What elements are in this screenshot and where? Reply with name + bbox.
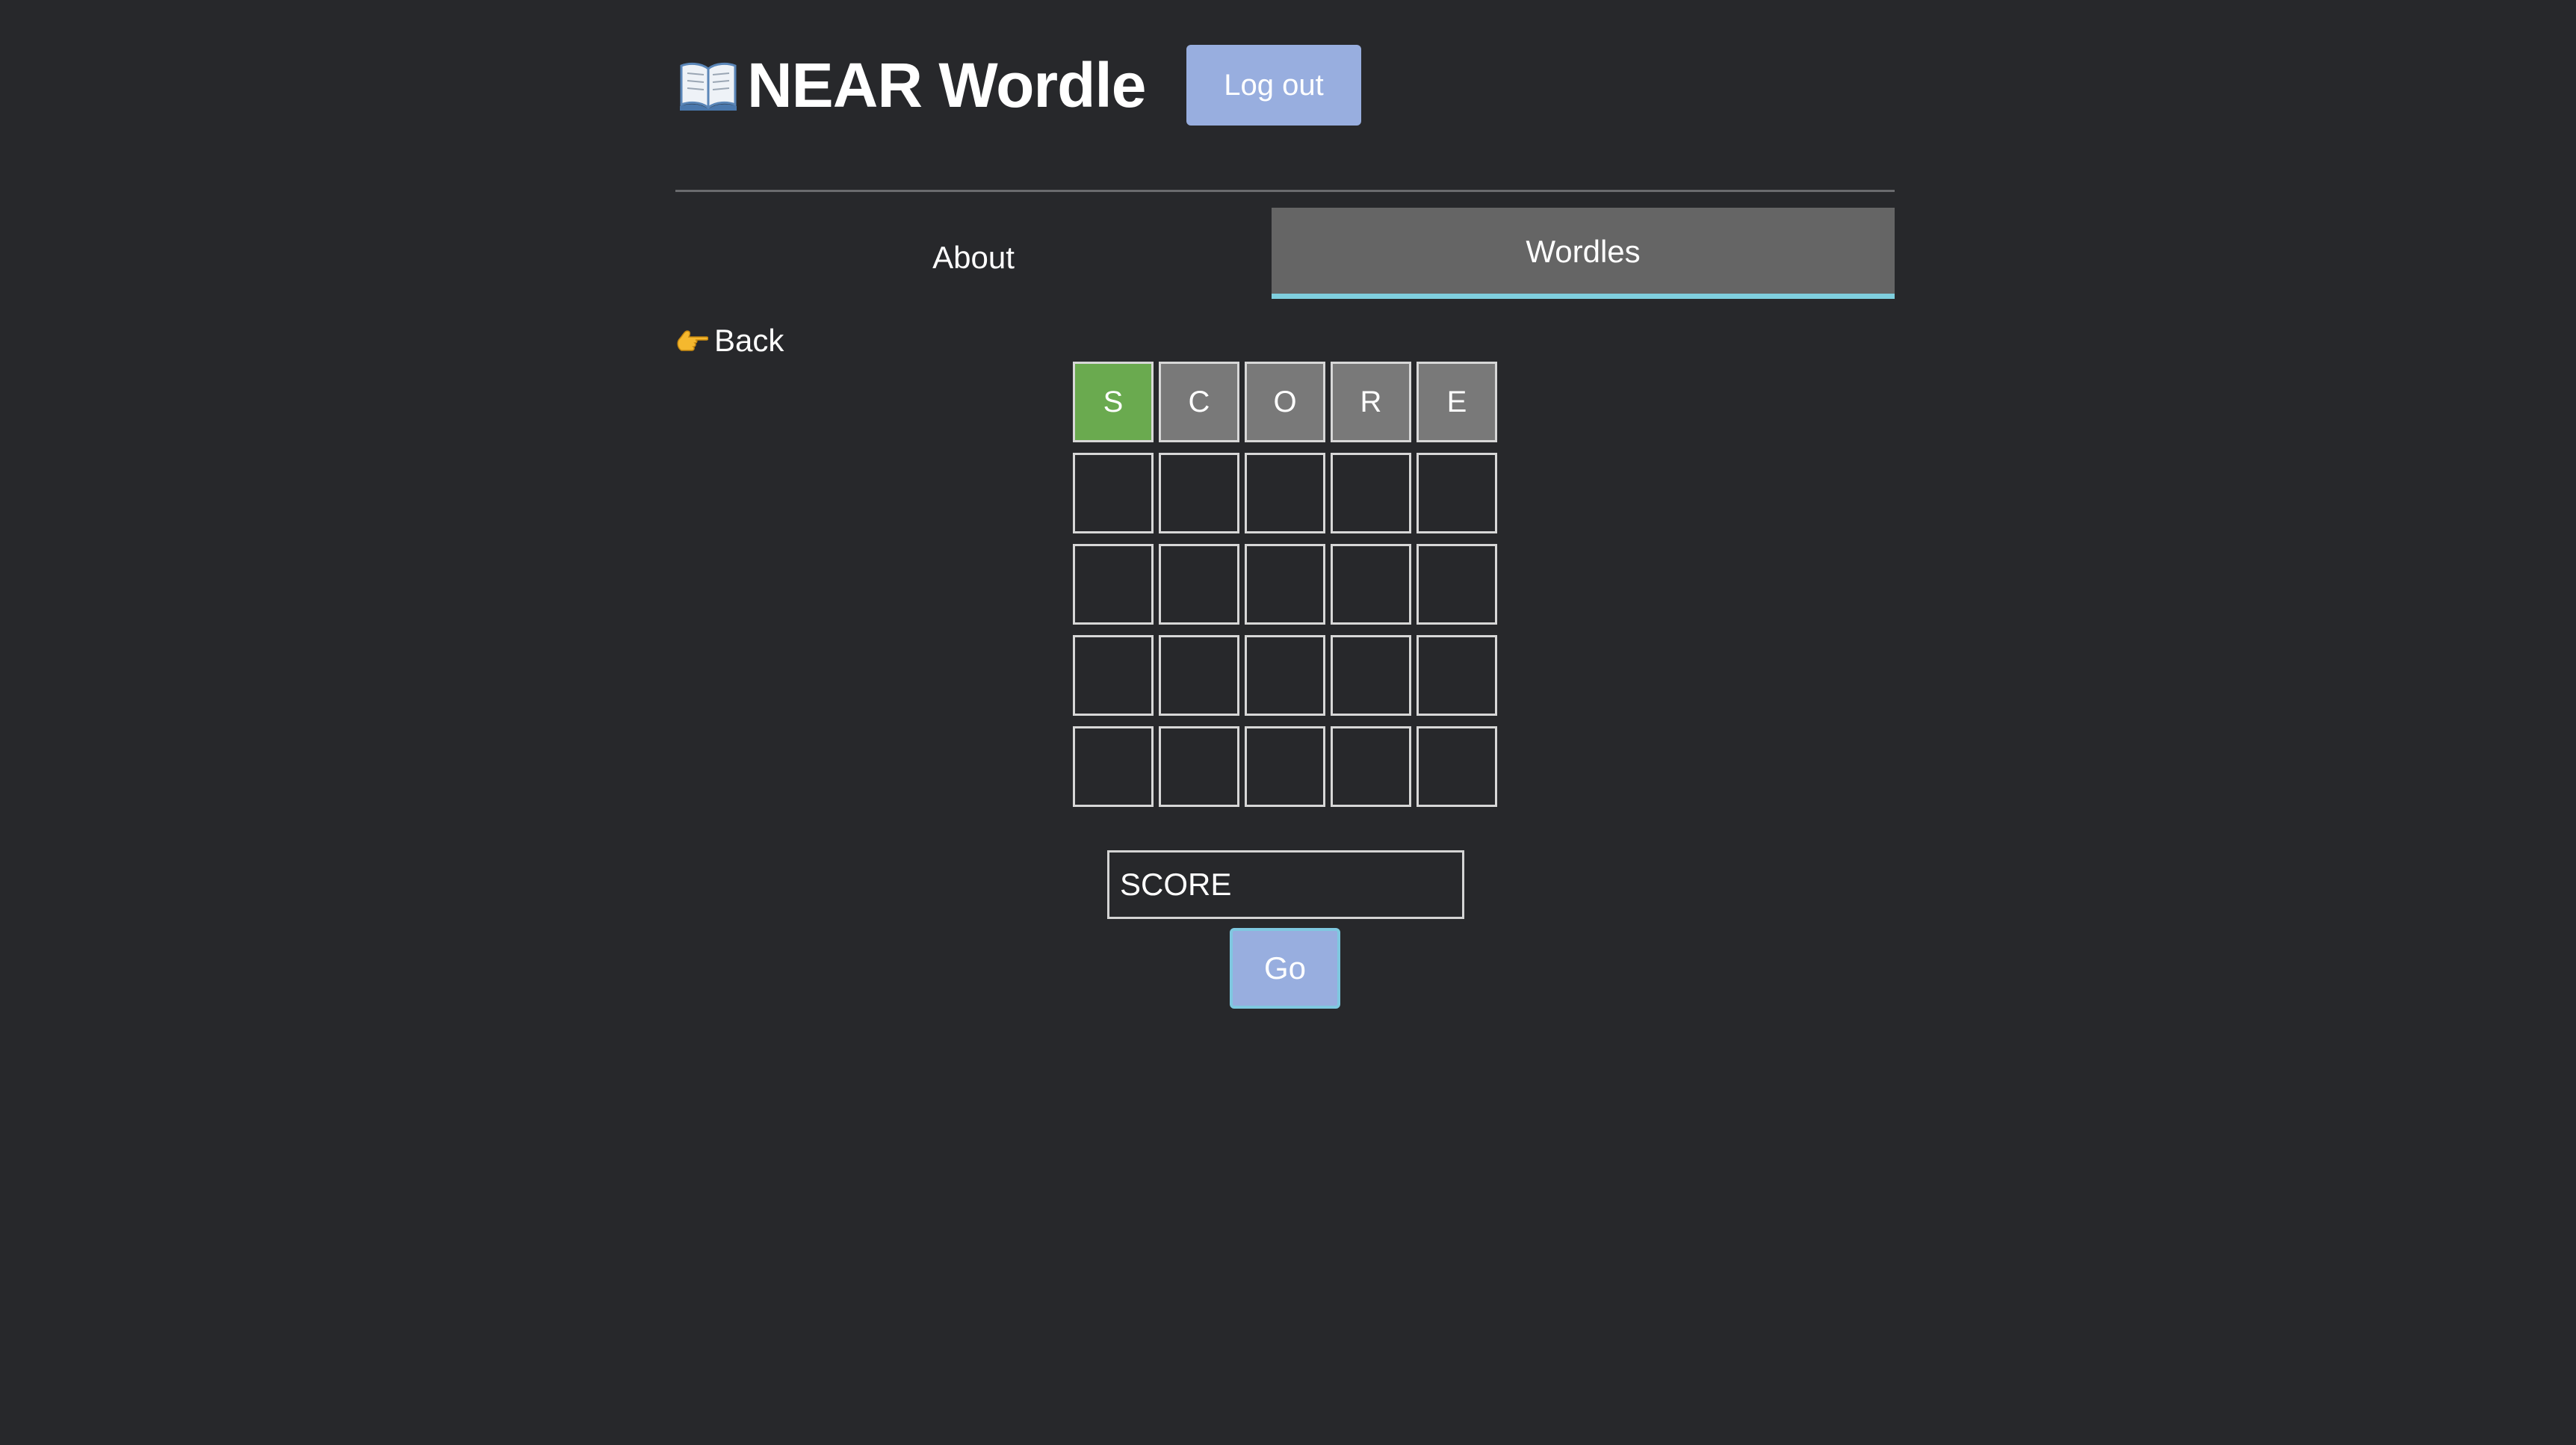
letter-tile — [1159, 635, 1239, 716]
letter-tile — [1417, 726, 1497, 807]
go-button[interactable]: Go — [1230, 928, 1340, 1009]
letter-tile — [1159, 453, 1239, 533]
letter-tile — [1331, 726, 1411, 807]
back-link[interactable]: Back — [675, 320, 784, 362]
letter-tile — [1331, 453, 1411, 533]
letter-tile: E — [1417, 362, 1497, 442]
letter-tile: S — [1073, 362, 1154, 442]
logout-button[interactable]: Log out — [1186, 45, 1361, 126]
letter-tile — [1331, 544, 1411, 625]
letter-tile — [1417, 544, 1497, 625]
letter-tile — [1073, 453, 1154, 533]
letter-tile: O — [1245, 362, 1325, 442]
letter-tile — [1331, 635, 1411, 716]
back-label: Back — [714, 323, 784, 358]
letter-tile — [1073, 635, 1154, 716]
letter-tile — [1073, 544, 1154, 625]
letter-tile — [1159, 726, 1239, 807]
tab-wordles[interactable]: Wordles — [1272, 208, 1895, 299]
letter-tile: R — [1331, 362, 1411, 442]
header: NEAR Wordle Log out — [675, 45, 1361, 126]
letter-tile — [1073, 726, 1154, 807]
letter-tile — [1245, 635, 1325, 716]
board-row — [1073, 544, 1502, 625]
letter-tile — [1245, 453, 1325, 533]
page-title: NEAR Wordle — [747, 50, 1146, 120]
board-row — [1073, 635, 1502, 716]
header-divider — [675, 190, 1895, 192]
tab-bar: About Wordles — [675, 208, 1895, 299]
pointing-hand-icon — [675, 326, 710, 356]
letter-tile — [1245, 544, 1325, 625]
guess-input[interactable] — [1107, 850, 1464, 919]
letter-tile: C — [1159, 362, 1239, 442]
board-row: SCORE — [1073, 362, 1502, 442]
tab-about[interactable]: About — [675, 208, 1272, 299]
letter-tile — [1245, 726, 1325, 807]
letter-tile — [1159, 544, 1239, 625]
letter-tile — [1417, 635, 1497, 716]
open-book-icon — [677, 54, 740, 117]
app-container: NEAR Wordle Log out About Wordles Back S… — [675, 0, 1895, 1445]
board-row — [1073, 453, 1502, 533]
letter-tile — [1417, 453, 1497, 533]
board-row — [1073, 726, 1502, 807]
wordle-board: SCORE — [1073, 362, 1502, 817]
